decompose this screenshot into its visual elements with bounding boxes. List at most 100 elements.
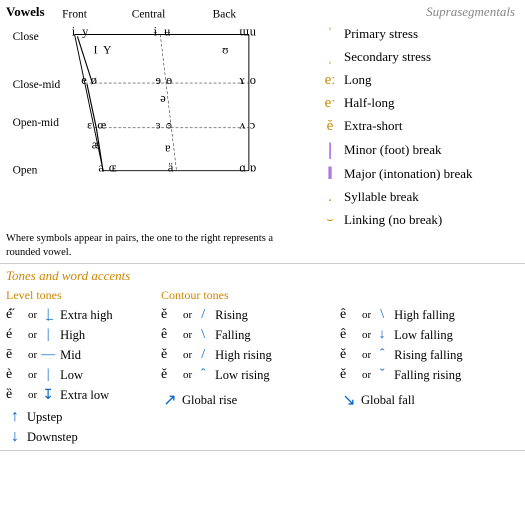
svg-text:e: e bbox=[81, 73, 87, 87]
svg-text:Close-mid: Close-mid bbox=[13, 79, 61, 91]
tone-high-falling-mark: \ bbox=[373, 307, 391, 323]
tone-extra-high-desc: Extra high bbox=[60, 308, 112, 323]
long-symbol: eː bbox=[316, 72, 344, 89]
tone-falling-mark: \ bbox=[194, 327, 212, 343]
svg-text:œ: œ bbox=[97, 118, 106, 132]
svg-text:ɜ: ɜ bbox=[156, 118, 161, 132]
tone-extra-low-desc: Extra low bbox=[60, 388, 109, 403]
supra-half-long: eˑ Half-long bbox=[316, 93, 519, 113]
secondary-stress-symbol: ˌ bbox=[316, 49, 344, 66]
tone-low-mark: | bbox=[39, 367, 57, 383]
supra-primary-stress: ˈ Primary stress bbox=[316, 24, 519, 44]
tone-rising-falling: ě or ˆ Rising falling bbox=[340, 346, 519, 364]
svg-text:ɑ: ɑ bbox=[239, 161, 246, 175]
upstep-symbol: ↑ bbox=[6, 408, 24, 426]
linking-label: Linking (no break) bbox=[344, 212, 442, 228]
tone-mid-desc: Mid bbox=[60, 348, 81, 363]
half-long-symbol: eˑ bbox=[316, 95, 344, 112]
tone-high-rising: ě or / High rising bbox=[161, 346, 340, 364]
minor-break-symbol: | bbox=[316, 139, 344, 160]
svg-text:ɶ: ɶ bbox=[109, 161, 117, 175]
linking-symbol: ⌣ bbox=[316, 214, 344, 227]
svg-text:ɛ: ɛ bbox=[87, 118, 92, 132]
svg-text:y: y bbox=[82, 24, 89, 38]
tone-high: é or | High bbox=[6, 326, 161, 344]
supra-syllable-break: . Syllable break bbox=[316, 187, 519, 207]
tone-mid-mark: — bbox=[39, 347, 57, 363]
tone-extra-low: ȅ or ↧ Extra low bbox=[6, 386, 161, 404]
tone-high-falling-desc: High falling bbox=[394, 308, 455, 323]
svg-text:ɞ: ɞ bbox=[166, 118, 172, 132]
tone-high-rising-letter: ě bbox=[161, 347, 181, 363]
tone-high-desc: High bbox=[60, 328, 85, 343]
tones-title: Tones and word accents bbox=[6, 268, 519, 284]
svg-text:Front: Front bbox=[62, 8, 88, 20]
tone-high-falling: ê or \ High falling bbox=[340, 306, 519, 324]
global-rise-desc: Global rise bbox=[182, 393, 237, 408]
tone-rising-falling-mark: ˆ bbox=[373, 347, 391, 363]
svg-text:ɘ: ɘ bbox=[156, 73, 162, 87]
tone-extra-low-letter: ȅ bbox=[6, 387, 26, 403]
svg-text:ɒ: ɒ bbox=[250, 161, 257, 175]
syllable-break-label: Syllable break bbox=[344, 189, 419, 205]
major-break-label: Major (intonation) break bbox=[344, 166, 473, 182]
svg-text:ɤ: ɤ bbox=[239, 73, 245, 87]
tone-downstep: ↓ Downstep bbox=[6, 428, 161, 446]
tone-high-letter: é bbox=[6, 327, 26, 343]
extra-short-label: Extra-short bbox=[344, 118, 402, 134]
tone-falling: ê or \ Falling bbox=[161, 326, 340, 344]
tone-rising-mark: / bbox=[194, 307, 212, 323]
secondary-stress-label: Secondary stress bbox=[344, 49, 431, 65]
tone-low-rising: ě or ˆ Low rising bbox=[161, 366, 340, 384]
tone-low-rising-mark: ˆ bbox=[194, 367, 212, 383]
tone-extra-high-letter: é̋ bbox=[6, 307, 26, 323]
vowel-chart: Front Central Back Close Close-mid Open-… bbox=[6, 4, 286, 204]
syllable-break-symbol: . bbox=[316, 189, 344, 206]
contour-tones-title: Contour tones bbox=[161, 288, 519, 303]
supra-minor-break: | Minor (foot) break bbox=[316, 139, 519, 160]
tone-rising: ě or / Rising bbox=[161, 306, 340, 324]
tone-rising-falling-desc: Rising falling bbox=[394, 348, 462, 363]
svg-text:ä: ä bbox=[168, 161, 174, 175]
supra-long: eː Long bbox=[316, 70, 519, 90]
tone-global-fall: ↘ Global fall bbox=[340, 390, 519, 410]
tone-global-rise: ↗ Global rise bbox=[161, 390, 340, 410]
downstep-symbol: ↓ bbox=[6, 428, 24, 446]
supra-extra-short: ĕ Extra-short bbox=[316, 116, 519, 136]
tone-low-falling-mark: ↓ bbox=[373, 327, 391, 343]
svg-text:i: i bbox=[72, 24, 76, 38]
global-fall-desc: Global fall bbox=[361, 393, 415, 408]
svg-text:ɯ: ɯ bbox=[239, 24, 249, 38]
tone-low-rising-letter: ě bbox=[161, 367, 181, 383]
tone-low-falling-desc: Low falling bbox=[394, 328, 453, 343]
long-label: Long bbox=[344, 72, 371, 88]
tone-rising-falling-letter: ě bbox=[340, 347, 360, 363]
tone-falling-rising-letter: ě bbox=[340, 367, 360, 383]
svg-text:I: I bbox=[94, 45, 98, 57]
tone-high-rising-mark: / bbox=[194, 347, 212, 363]
tone-high-mark: | bbox=[39, 327, 57, 343]
tone-low-falling: ê or ↓ Low falling bbox=[340, 326, 519, 344]
svg-text:Back: Back bbox=[213, 8, 237, 20]
svg-text:Open: Open bbox=[13, 165, 38, 177]
suprasegmentals-title: Suprasegmentals bbox=[316, 4, 519, 20]
svg-text:Open-mid: Open-mid bbox=[13, 117, 60, 129]
tone-extra-high-mark: |̲ bbox=[39, 307, 57, 323]
svg-text:ɨ: ɨ bbox=[154, 24, 158, 38]
svg-text:ɔ: ɔ bbox=[250, 118, 256, 132]
svg-text:ə: ə bbox=[160, 91, 166, 105]
upstep-desc: Upstep bbox=[27, 410, 62, 425]
tone-extra-low-mark: ↧ bbox=[39, 387, 57, 404]
svg-text:ʊ: ʊ bbox=[222, 45, 228, 57]
tone-falling-desc: Falling bbox=[215, 328, 250, 343]
tone-falling-rising-desc: Falling rising bbox=[394, 368, 461, 383]
tone-rising-desc: Rising bbox=[215, 308, 248, 323]
tone-low-letter: è bbox=[6, 367, 26, 383]
svg-text:o: o bbox=[250, 73, 256, 87]
tone-mid: ē or — Mid bbox=[6, 346, 161, 364]
extra-short-symbol: ĕ bbox=[316, 118, 344, 135]
minor-break-label: Minor (foot) break bbox=[344, 142, 441, 158]
svg-text:u: u bbox=[250, 24, 256, 38]
svg-text:Y: Y bbox=[103, 45, 111, 57]
supra-major-break: ‖ Major (intonation) break bbox=[316, 163, 519, 184]
